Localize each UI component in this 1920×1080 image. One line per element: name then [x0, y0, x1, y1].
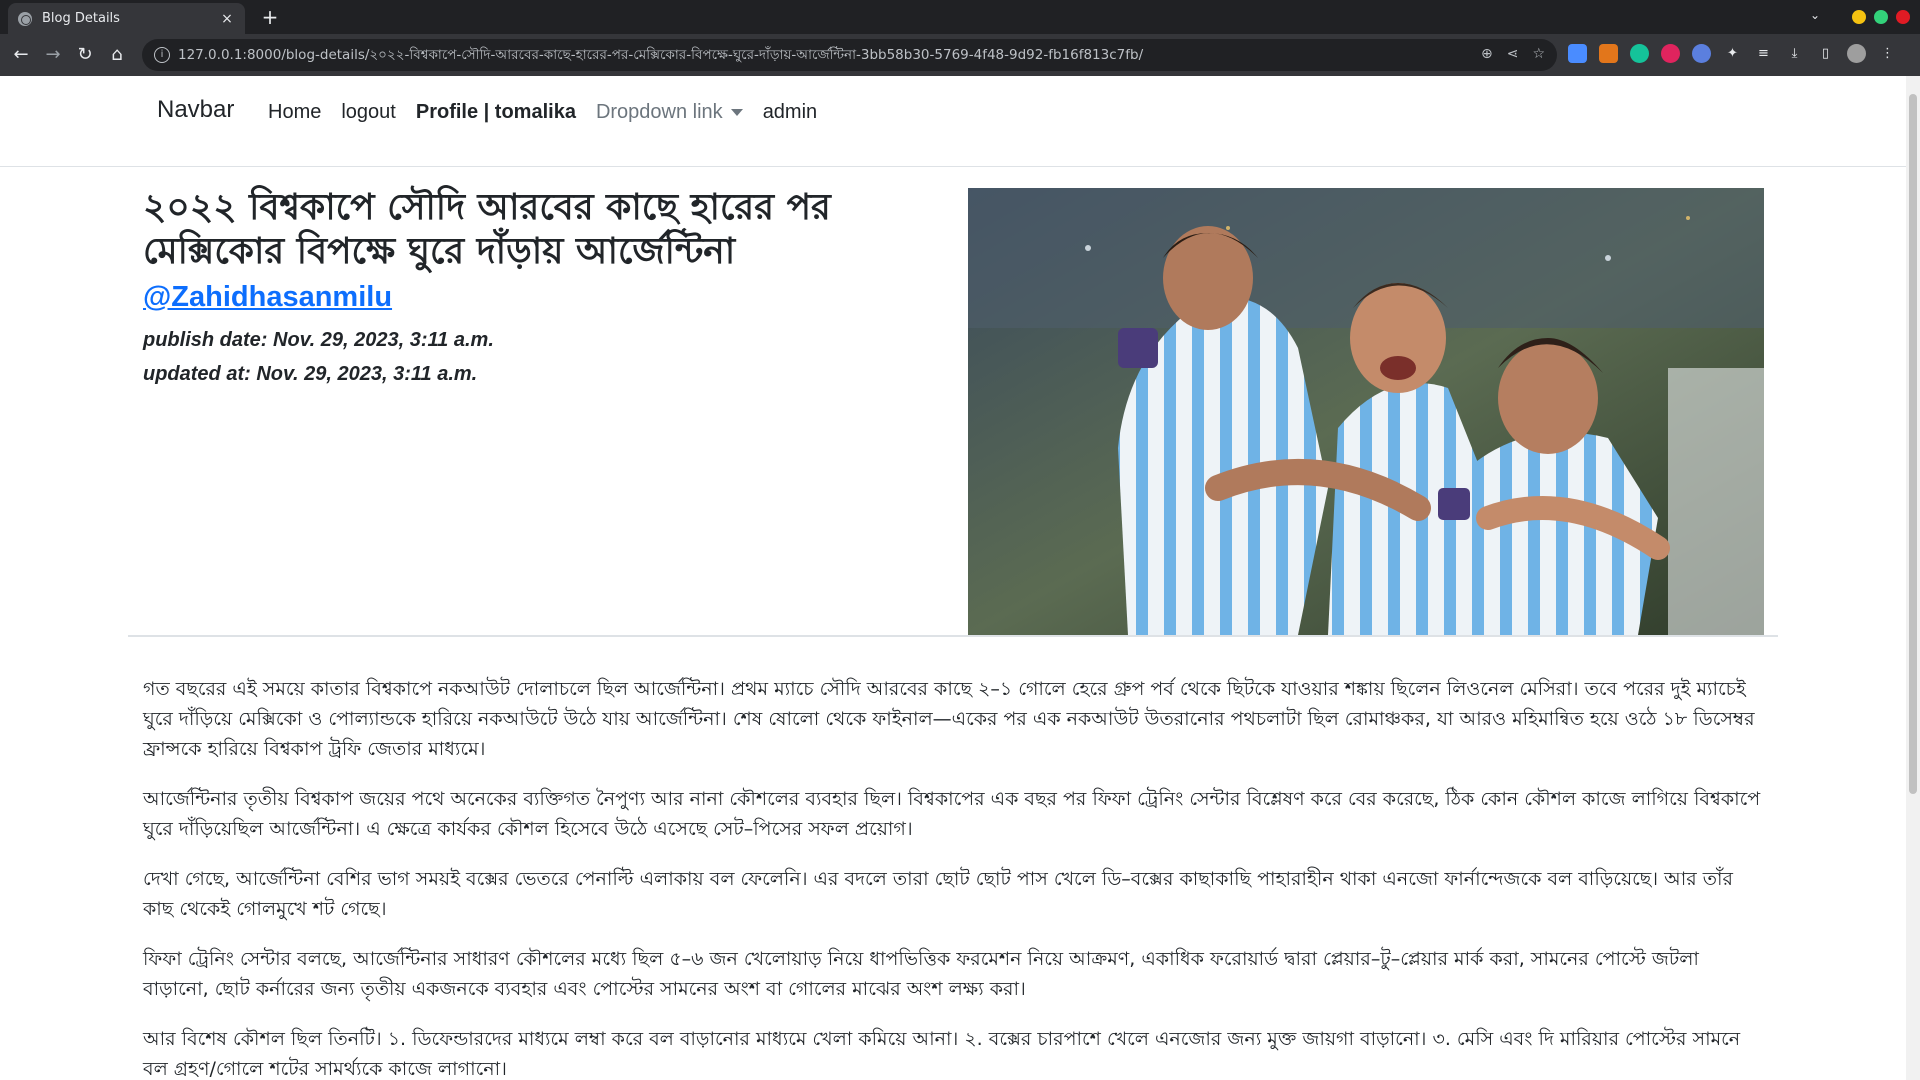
updated-date: updated at: Nov. 29, 2023, 3:11 a.m. — [143, 363, 478, 385]
forward-arrow-icon[interactable]: → — [40, 42, 66, 68]
post-hero-image — [968, 188, 1764, 635]
page-scrollbar[interactable] — [1906, 76, 1920, 1080]
reading-list-icon[interactable]: ≡ — [1754, 44, 1773, 63]
navbar-brand[interactable]: Navbar — [157, 96, 234, 124]
page-content: Navbar Home logout Profile | tomalika Dr… — [0, 76, 1906, 1080]
side-panel-icon[interactable]: ▯ — [1816, 44, 1835, 63]
record-extension-icon[interactable] — [1661, 44, 1680, 63]
grammar-extension-icon[interactable] — [1630, 44, 1649, 63]
new-tab-button[interactable]: + — [258, 6, 282, 30]
nav-dropdown-link[interactable]: Dropdown link — [596, 101, 743, 124]
tab-title: Blog Details — [42, 11, 120, 26]
address-bar[interactable]: i 127.0.0.1:8000/blog-details/২০২২-বিশ্ব… — [142, 39, 1557, 71]
post-paragraph: আর বিশেষ কৌশল ছিল তিনটি। ১. ডিফেন্ডারদের… — [143, 1028, 1741, 1080]
post-paragraph: দেখা গেছে, আর্জেন্টিনা বেশির ভাগ সময়ই ব… — [143, 868, 1733, 920]
scrollbar-thumb[interactable] — [1909, 94, 1917, 794]
reload-icon[interactable]: ↻ — [72, 42, 98, 68]
dropdown-label: Dropdown link — [595, 101, 723, 123]
nav-links: Home logout Profile | tomalika Dropdown … — [268, 101, 817, 124]
bookmark-star-icon[interactable]: ☆ — [1532, 46, 1545, 62]
tab-search-icon[interactable]: ⌄ — [1810, 8, 1820, 22]
profile-avatar[interactable] — [1847, 44, 1866, 63]
caret-down-icon — [730, 109, 743, 117]
maximize-button[interactable] — [1874, 10, 1888, 24]
section-divider — [128, 635, 1778, 637]
browser-tab[interactable]: Blog Details × — [8, 3, 245, 34]
nav-profile-link[interactable]: Profile | tomalika — [416, 101, 576, 124]
browser-menu-icon[interactable]: ⋮ — [1878, 44, 1897, 63]
window-controls — [1852, 10, 1910, 24]
nav-logout-link[interactable]: logout — [341, 101, 396, 124]
site-info-icon[interactable]: i — [154, 47, 170, 63]
translate-extension-icon[interactable] — [1568, 44, 1587, 63]
nav-admin-link[interactable]: admin — [763, 101, 817, 124]
post-body: গত বছরের এই সময়ে কাতার বিশ্বকাপে নকআউট … — [143, 674, 1763, 1080]
post-title: ২০২২ বিশ্বকাপে সৌদি আরবের কাছে হারের পর … — [143, 187, 831, 272]
share-icon[interactable]: ⋖ — [1507, 46, 1519, 62]
fox-extension-icon[interactable] — [1599, 44, 1618, 63]
post-paragraph: ফিফা ট্রেনিং সেন্টার বলছে, আর্জেন্টিনার … — [143, 948, 1699, 1000]
globe-icon — [18, 11, 32, 26]
browser-tab-strip: Blog Details × + ⌄ — [0, 0, 1920, 34]
url-text[interactable]: 127.0.0.1:8000/blog-details/২০২২-বিশ্বকা… — [178, 44, 1557, 67]
tab-close-button[interactable]: × — [219, 11, 235, 27]
zoom-icon[interactable]: ⊕ — [1481, 46, 1493, 62]
close-window-button[interactable] — [1896, 10, 1910, 24]
download-icon[interactable]: ⤓ — [1785, 44, 1804, 63]
nav-home-link[interactable]: Home — [268, 101, 321, 124]
extensions-area: ✦ ≡ ⤓ ▯ ⋮ — [1568, 44, 1897, 63]
meet-extension-icon[interactable] — [1692, 44, 1711, 63]
publish-date: publish date: Nov. 29, 2023, 3:11 a.m. — [143, 329, 494, 351]
post-paragraph: আর্জেন্টিনার তৃতীয় বিশ্বকাপ জয়ের পথে অ… — [143, 788, 1761, 840]
site-navbar: Navbar Home logout Profile | tomalika Dr… — [0, 76, 1906, 167]
minimize-button[interactable] — [1852, 10, 1866, 24]
puzzle-extensions-icon[interactable]: ✦ — [1723, 44, 1742, 63]
post-paragraph: গত বছরের এই সময়ে কাতার বিশ্বকাপে নকআউট … — [143, 678, 1755, 760]
author-link[interactable]: @Zahidhasanmilu — [143, 281, 392, 314]
browser-toolbar: ← → ↻ ⌂ i 127.0.0.1:8000/blog-details/২০… — [0, 34, 1920, 76]
home-icon[interactable]: ⌂ — [104, 42, 130, 68]
back-arrow-icon[interactable]: ← — [8, 42, 34, 68]
